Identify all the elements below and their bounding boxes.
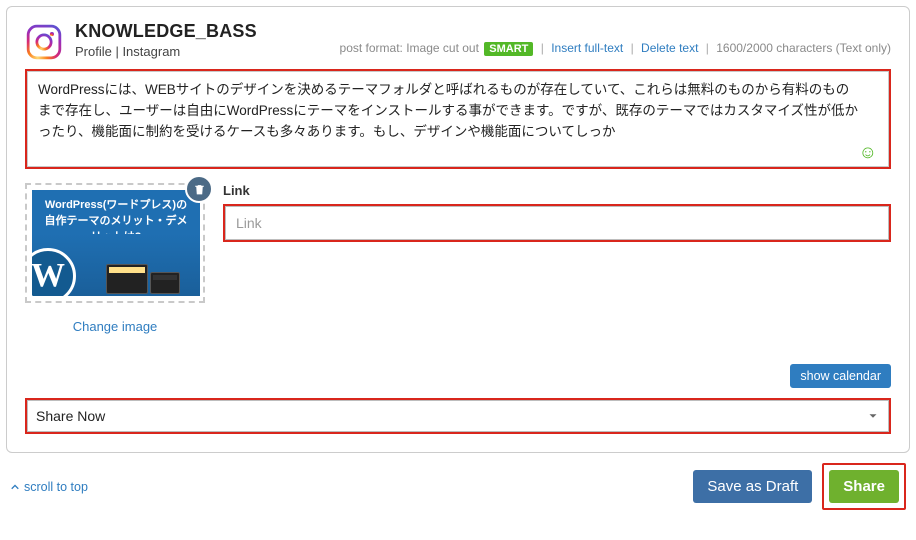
schedule-wrap: Share Now [25,398,891,434]
delete-text-link[interactable]: Delete text [641,41,698,55]
scroll-to-top-link[interactable]: scroll to top [10,480,88,494]
image-column: WordPress(ワードプレス)の 自作テーマのメリット・デメリットは? W [25,183,205,334]
schedule-select[interactable]: Share Now [27,400,889,432]
profile-subtitle: Profile | Instagram [75,44,257,59]
chevron-up-icon [10,482,20,492]
link-input-wrap [223,204,891,242]
thumb-line1: WordPress(ワードプレス)の [42,198,190,214]
char-counter: 1600/2000 characters (Text only) [716,41,891,55]
footer-actions: Save as Draft Share [693,463,906,510]
footer: scroll to top Save as Draft Share [4,463,912,510]
link-label: Link [223,183,891,198]
media-link-row: WordPress(ワードプレス)の 自作テーマのメリット・デメリットは? W [25,183,891,334]
link-input[interactable] [225,206,889,240]
share-button[interactable]: Share [829,470,899,503]
content-textarea[interactable] [27,71,889,167]
post-card: KNOWLEDGE_BASS Profile | Instagram post … [6,6,910,453]
insert-full-text-link[interactable]: Insert full-text [551,41,623,55]
change-image-link[interactable]: Change image [73,319,158,334]
delete-image-button[interactable] [185,175,213,203]
scroll-to-top-label: scroll to top [24,480,88,494]
profile-name: KNOWLEDGE_BASS [75,21,257,42]
post-format-label: post format: Image cut out [340,41,479,55]
card-header: KNOWLEDGE_BASS Profile | Instagram post … [25,21,891,61]
devices-illustration [106,264,180,294]
link-column: Link [223,183,891,242]
save-draft-button[interactable]: Save as Draft [693,470,812,503]
calendar-row: show calendar [25,364,891,388]
trash-icon [193,183,206,196]
toolbar: post format: Image cut out SMART | Inser… [340,41,891,56]
smart-badge: SMART [484,42,533,56]
wordpress-icon: W [32,248,76,296]
share-highlight: Share [822,463,906,510]
show-calendar-button[interactable]: show calendar [790,364,891,388]
emoji-icon[interactable]: ☺ [859,142,877,163]
thumbnail: WordPress(ワードプレス)の 自作テーマのメリット・デメリットは? W [32,190,200,296]
instagram-icon [25,23,63,61]
profile-block: KNOWLEDGE_BASS Profile | Instagram post … [75,21,891,59]
image-preview[interactable]: WordPress(ワードプレス)の 自作テーマのメリット・デメリットは? W [25,183,205,303]
content-wrap: ☺ [25,69,891,169]
